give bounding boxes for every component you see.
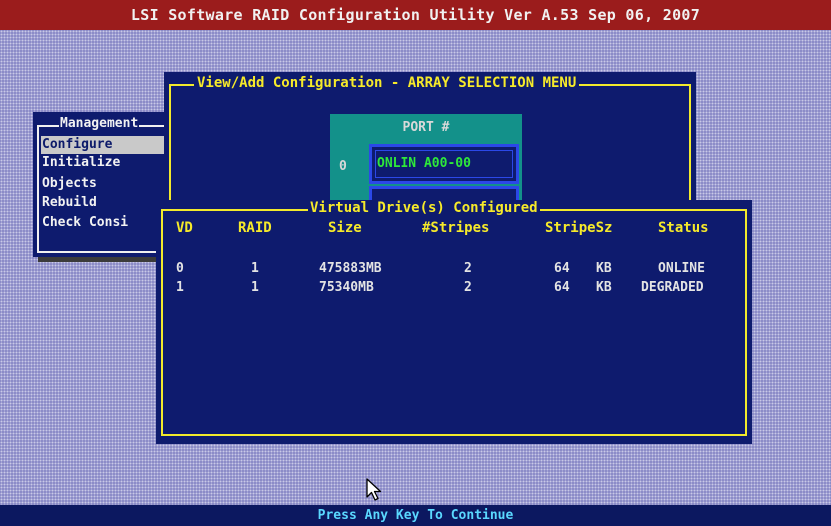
array-selection-title: View/Add Configuration - ARRAY SELECTION… [194, 75, 580, 91]
cell-raid: 1 [251, 261, 259, 276]
port-drive-entry[interactable]: ONLIN A00-00 [369, 144, 519, 184]
column-header-stripes: #Stripes [422, 220, 490, 236]
cell-vd: 0 [176, 261, 184, 276]
virtual-drives-title: Virtual Drive(s) Configured [308, 200, 540, 216]
cell-stripe-unit: KB [596, 261, 612, 276]
cell-size: 475883MB [319, 261, 382, 276]
port-header: PORT # [402, 120, 450, 135]
menu-item-initialize[interactable]: Initialize [41, 154, 120, 172]
cell-size: 75340MB [319, 280, 374, 295]
cell-stripe-size: 64 [554, 280, 570, 295]
title-bar: LSI Software RAID Configuration Utility … [0, 0, 831, 30]
mouse-pointer-icon [366, 478, 382, 501]
virtual-drives-frame [161, 209, 747, 436]
port-drive-label: ONLIN A00-00 [375, 150, 513, 178]
menu-item-objects[interactable]: Objects [41, 175, 97, 193]
status-bar-text: Press Any Key To Continue [317, 508, 514, 523]
cell-raid: 1 [251, 280, 259, 295]
cell-stripe-size: 64 [554, 261, 570, 276]
management-menu: Management Configure Initialize Objects … [33, 112, 173, 257]
menu-item-configure[interactable]: Configure [41, 136, 168, 154]
port-index: 0 [339, 159, 347, 174]
column-header-stripe-size: StripeSz [545, 220, 613, 236]
raid-utility-screen: LSI Software RAID Configuration Utility … [0, 0, 831, 526]
cell-stripes: 2 [464, 261, 472, 276]
cell-stripe-unit: KB [596, 280, 612, 295]
cell-status: DEGRADED [641, 280, 704, 295]
column-header-status: Status [658, 220, 709, 236]
menu-item-rebuild[interactable]: Rebuild [41, 194, 97, 212]
title-text: LSI Software RAID Configuration Utility … [130, 6, 701, 24]
port-panel: PORT # 0 ONLIN A00-00 [330, 114, 522, 204]
cell-status: ONLINE [658, 261, 705, 276]
cell-vd: 1 [176, 280, 184, 295]
column-header-vd: VD [176, 220, 193, 236]
column-header-size: Size [328, 220, 362, 236]
array-selection-window: View/Add Configuration - ARRAY SELECTION… [164, 72, 696, 212]
virtual-drives-window: Virtual Drive(s) Configured VD RAID Size… [156, 200, 752, 444]
status-bar: Press Any Key To Continue [0, 505, 831, 526]
column-header-raid: RAID [238, 220, 272, 236]
menu-item-check-consistency[interactable]: Check Consi [41, 214, 128, 232]
cell-stripes: 2 [464, 280, 472, 295]
management-menu-title: Management [59, 116, 140, 131]
